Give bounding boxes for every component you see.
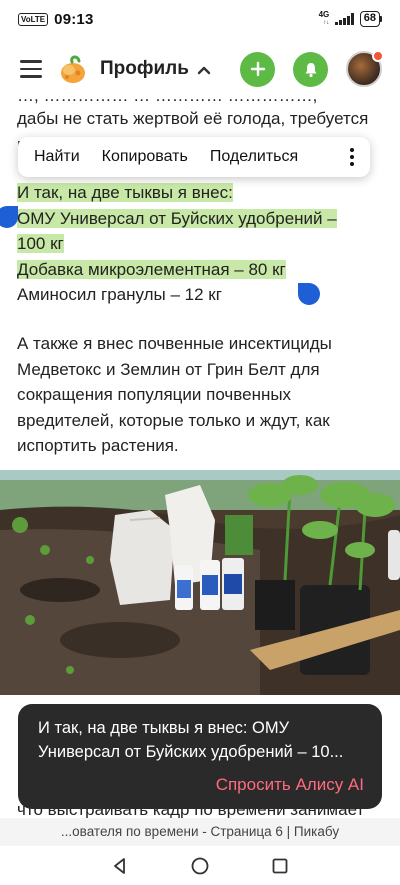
text-line: испортить растения. [17, 436, 179, 455]
selected-block[interactable]: И так, на две тыквы я внес: ОМУ Универса… [17, 180, 387, 308]
more-vert-icon[interactable] [350, 148, 354, 166]
text-line: Аминосил гранулы – 12 кг [17, 285, 222, 304]
add-post-button[interactable] [240, 51, 275, 87]
page-title[interactable]: Профиль [100, 58, 189, 80]
alice-popup: И так, на две тыквы я внес: ОМУ Универса… [18, 704, 382, 809]
selection-start-handle[interactable] [0, 206, 18, 228]
notifications-button[interactable] [293, 51, 328, 87]
pikabu-logo[interactable] [58, 53, 90, 85]
text-line: …, …………… … ………… ……………, [17, 94, 318, 105]
menu-icon[interactable] [20, 60, 42, 78]
text-line: Медветокс и Землин от Грин Белт для [17, 359, 320, 379]
selection-end-handle[interactable] [298, 283, 320, 305]
ask-alice-button[interactable]: Спросить Алису AI [216, 775, 364, 795]
text-line: А также я внес почвенные инсектициды [17, 334, 332, 353]
app-header: Профиль [0, 44, 400, 94]
avatar[interactable] [346, 50, 384, 87]
article-photo [0, 470, 400, 695]
bell-icon [305, 62, 316, 77]
status-bar: VoLTE 09:13 4G ↑↓ 68 [0, 0, 400, 38]
battery-level: 68 [359, 11, 380, 27]
network-indicator: 4G ↑↓ [319, 11, 330, 27]
alice-text-line: И так, на две тыквы я внес: ОМУ [38, 719, 290, 737]
signal-icon [335, 13, 354, 25]
notification-dot [372, 50, 384, 62]
selected-text-line[interactable]: Добавка микроэлементная – 80 кг [17, 259, 286, 279]
article-paragraph: А также я внес почвенные инсектициды Мед… [17, 331, 387, 459]
selected-text-line[interactable]: 100 кг [17, 234, 64, 253]
battery-icon: 68 [359, 11, 382, 27]
text-selection-menu: Найти Копировать Поделиться [18, 137, 370, 177]
network-arrows: ↑↓ [323, 20, 330, 26]
plus-icon [250, 61, 265, 77]
status-indicators: 4G ↑↓ 68 [319, 11, 382, 27]
text-line: сокращения популяции почвенных [17, 385, 292, 404]
text-line: вредителей, которые только и ждут, как [17, 410, 330, 430]
find-button[interactable]: Найти [34, 148, 80, 166]
header-actions [240, 50, 384, 87]
back-icon[interactable] [111, 857, 129, 875]
selected-text-line[interactable]: И так, на две тыквы я внес: [17, 183, 233, 202]
chevron-up-icon[interactable] [197, 65, 211, 75]
selected-text-line[interactable]: ОМУ Универсал от Буйских удобрений – [17, 208, 337, 228]
system-nav-bar [0, 846, 400, 885]
network-type: 4G [318, 10, 330, 19]
copy-button[interactable]: Копировать [102, 148, 188, 166]
volte-badge: VoLTE [18, 12, 49, 26]
alice-text-line: Универсал от Буйских удобрений – 10... [38, 743, 344, 761]
share-button[interactable]: Поделиться [210, 148, 298, 166]
status-time: 09:13 [54, 10, 94, 28]
recents-icon[interactable] [271, 857, 289, 875]
browser-page-title[interactable]: ...ователя по времени - Страница 6 | Пик… [0, 818, 400, 846]
garden-photo-illustration [0, 470, 400, 695]
text-line: дабы не стать жертвой её голода, требует… [17, 109, 369, 128]
home-icon[interactable] [190, 856, 210, 876]
